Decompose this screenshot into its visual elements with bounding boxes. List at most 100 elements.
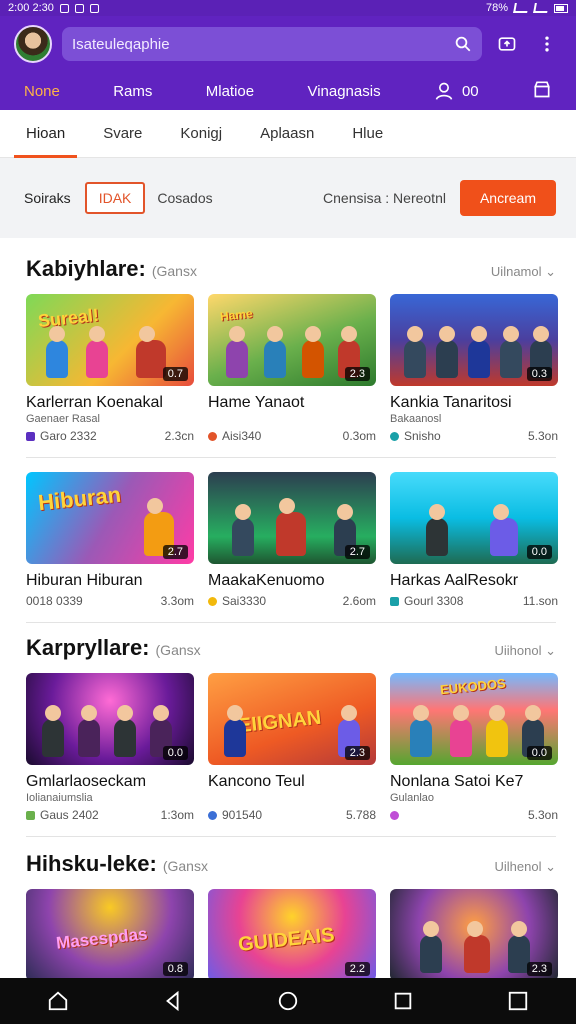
tab-aplaasn[interactable]: Aplaasn: [248, 110, 326, 158]
avatar[interactable]: [14, 25, 52, 63]
video-time: 11.son: [522, 594, 558, 608]
tab-konigj[interactable]: Konigj: [168, 110, 234, 158]
video-title[interactable]: Harkas AalResokr: [390, 572, 558, 590]
video-thumbnail[interactable]: 0.0: [26, 673, 194, 765]
recents-icon[interactable]: [392, 990, 414, 1012]
video-card[interactable]: EIIGNAN 2.3 Kancono Teul 901540 5.788: [208, 673, 376, 822]
video-card[interactable]: 2.3: [390, 889, 558, 981]
battery-percent: 78%: [485, 2, 508, 14]
content-section: Karpryllare: (Gansx Uiihonol ⌄ 0.0 Gmlarl…: [0, 623, 576, 837]
video-time: 5.3on: [527, 429, 558, 443]
primary-action-button[interactable]: Ancream: [459, 180, 556, 216]
tab-hioan[interactable]: Hioan: [14, 110, 78, 158]
content-section: Kabiyhlare: (Gansx Uilnamol ⌄ Sureal! 0.7…: [0, 238, 576, 623]
duration-badge: 0.0: [526, 746, 552, 760]
home-icon[interactable]: [47, 990, 69, 1012]
video-title[interactable]: Kankia Tanaritosi: [390, 394, 558, 412]
back-icon[interactable]: [162, 990, 184, 1012]
nav-item-vinagnasis[interactable]: Vinagnasis: [307, 83, 380, 100]
video-card[interactable]: GUIDEAIS 2.2: [208, 889, 376, 981]
video-meta: Aisi340: [208, 429, 261, 443]
search-input[interactable]: Isateuleqaphie: [62, 27, 482, 61]
video-thumbnail[interactable]: 2.3: [390, 889, 558, 981]
duration-badge: 2.7: [344, 545, 370, 559]
duration-badge: 0.7: [162, 367, 188, 381]
video-meta: Gourl 3308: [390, 594, 463, 608]
video-title[interactable]: Hame Yanaot: [208, 394, 376, 412]
store-button[interactable]: [532, 79, 552, 103]
search-icon[interactable]: [454, 35, 472, 53]
more-button[interactable]: [532, 29, 562, 59]
thumbnail-logo-art: EIIGNAN: [237, 706, 323, 738]
sort-selector[interactable]: Cnensisa : Nereotnl: [323, 190, 446, 206]
video-card[interactable]: Masespdas 0.8: [26, 889, 194, 981]
video-channel: [208, 792, 376, 804]
video-thumbnail[interactable]: EUKODOS 0.0: [390, 673, 558, 765]
home-circle-icon[interactable]: [277, 990, 299, 1012]
section-more-link[interactable]: Uilnamol ⌄: [491, 264, 556, 280]
video-card[interactable]: Hiburan 2.7 Hiburan Hiburan 0018 0339 3.3…: [26, 472, 194, 608]
video-thumbnail[interactable]: 2.7: [208, 472, 376, 564]
video-time: 0.3om: [342, 429, 376, 443]
status-time: 2:00 2:30: [8, 2, 54, 14]
nav-item-none[interactable]: None: [24, 83, 60, 100]
wifi-icon: [513, 3, 529, 13]
video-card[interactable]: 0.3 Kankia Tanaritosi Bakaanosl Snisho 5.…: [390, 294, 558, 443]
video-thumbnail[interactable]: Masespdas 0.8: [26, 889, 194, 981]
video-thumbnail[interactable]: 0.3: [390, 294, 558, 386]
cast-button[interactable]: [492, 29, 522, 59]
section-more-link[interactable]: Uiihonol ⌄: [495, 643, 556, 659]
video-card[interactable]: EUKODOS 0.0 Nonlana Satoi Ke7 Gulanlao 5…: [390, 673, 558, 822]
video-title[interactable]: Karlerran Koenakal: [26, 394, 194, 412]
duration-badge: 2.2: [344, 962, 370, 976]
more-vert-icon: [545, 36, 549, 52]
video-meta: 901540: [208, 808, 262, 822]
video-title[interactable]: Gmlarlaoseckam: [26, 773, 194, 791]
section-hint: (Gansx: [162, 858, 208, 874]
video-meta: Gaus 2402: [26, 808, 99, 822]
video-title[interactable]: Kancono Teul: [208, 773, 376, 791]
video-thumbnail[interactable]: Hiburan 2.7: [26, 472, 194, 564]
overview-icon[interactable]: [507, 990, 529, 1012]
video-thumbnail[interactable]: 0.0: [390, 472, 558, 564]
video-card[interactable]: 0.0 Harkas AalResokr Gourl 3308 11.son: [390, 472, 558, 608]
tab-hlue[interactable]: Hlue: [340, 110, 395, 158]
video-title[interactable]: MaakaKenuomo: [208, 572, 376, 590]
video-time: 2.3cn: [164, 429, 194, 443]
user-icon: [435, 82, 453, 100]
filter-label: Soiraks: [24, 190, 71, 206]
video-card[interactable]: 2.7 MaakaKenuomo Sai3330 2.6om: [208, 472, 376, 608]
section-hint: (Gansx: [155, 642, 201, 658]
video-thumbnail[interactable]: Sureal! 0.7: [26, 294, 194, 386]
video-thumbnail[interactable]: Hame 2.3: [208, 294, 376, 386]
thumbnail-logo-art: GUIDEAIS: [237, 924, 336, 956]
video-time: 1:3om: [160, 808, 194, 822]
tab-svare[interactable]: Svare: [91, 110, 154, 158]
store-icon: [534, 81, 550, 98]
video-channel: Bakaanosl: [390, 413, 442, 425]
video-title[interactable]: Hiburan Hiburan: [26, 572, 194, 590]
video-thumbnail[interactable]: GUIDEAIS 2.2: [208, 889, 376, 981]
nav-item-rams[interactable]: Rams: [113, 83, 152, 100]
content-section: Hihsku-leke: (Gansx Uilhenol ⌄ Masespdas …: [0, 837, 576, 981]
section-more-link[interactable]: Uilhenol ⌄: [495, 859, 556, 875]
video-card[interactable]: 0.0 Gmlarlaoseckam Iolianaiumslia Gaus 2…: [26, 673, 194, 822]
filter-option[interactable]: Cosados: [157, 190, 212, 206]
app-bar: Isateuleqaphie: [0, 16, 576, 72]
video-meta: 0018 0339: [26, 594, 83, 608]
thumbnail-logo-art: Hiburan: [36, 481, 123, 516]
section-hint: (Gansx: [151, 263, 197, 279]
video-channel: Gulanlao: [390, 792, 435, 804]
video-time: 5.788: [345, 808, 376, 822]
video-card[interactable]: Sureal! 0.7 Karlerran Koenakal Gaenaer R…: [26, 294, 194, 443]
video-title[interactable]: Nonlana Satoi Ke7: [390, 773, 558, 791]
video-thumbnail[interactable]: EIIGNAN 2.3: [208, 673, 376, 765]
video-channel: Gaenaer Rasal: [26, 413, 100, 425]
section-title: Karpryllare: (Gansx: [26, 635, 201, 660]
filter-chip[interactable]: IDAK: [84, 182, 146, 214]
video-time: 3.3om: [160, 594, 194, 608]
nav-user[interactable]: 00: [434, 81, 479, 101]
video-card[interactable]: Hame 2.3 Hame Yanaot Aisi340 0.3om: [208, 294, 376, 443]
status-bar: 2:00 2:30 78%: [0, 0, 576, 16]
nav-item-mlatioe[interactable]: Mlatioe: [206, 83, 254, 100]
